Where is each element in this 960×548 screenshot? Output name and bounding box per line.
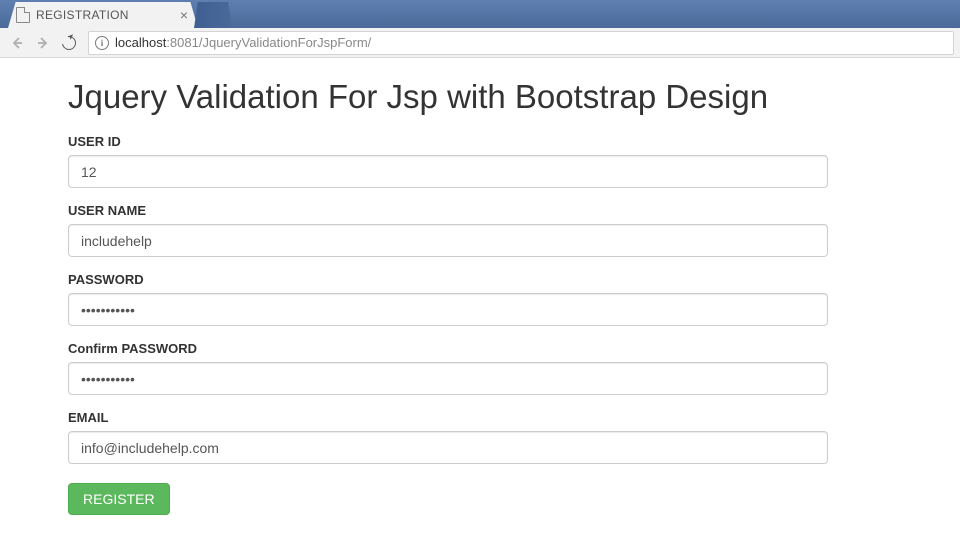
browser-toolbar: i localhost:8081/JqueryValidationForJspF… (0, 28, 960, 58)
url-port: :8081 (166, 35, 199, 50)
page-title: Jquery Validation For Jsp with Bootstrap… (68, 78, 892, 116)
close-icon[interactable]: × (178, 7, 190, 23)
user-name-input[interactable] (68, 224, 828, 257)
browser-tabs-bar: REGISTRATION × (0, 0, 960, 28)
password-input[interactable] (68, 293, 828, 326)
password-label: PASSWORD (68, 272, 892, 287)
form-group-user-name: USER NAME (68, 203, 892, 257)
page-content: Jquery Validation For Jsp with Bootstrap… (0, 58, 960, 535)
file-icon (16, 7, 30, 23)
tab-title: REGISTRATION (36, 8, 178, 22)
form-group-user-id: USER ID (68, 134, 892, 188)
arrow-right-icon (35, 35, 51, 51)
reload-icon (59, 33, 78, 52)
url-host: localhost (115, 35, 166, 50)
email-label: EMAIL (68, 410, 892, 425)
user-id-label: USER ID (68, 134, 892, 149)
confirm-password-label: Confirm PASSWORD (68, 341, 892, 356)
arrow-left-icon (9, 35, 25, 51)
address-bar[interactable]: i localhost:8081/JqueryValidationForJspF… (88, 31, 954, 55)
forward-button[interactable] (32, 32, 54, 54)
browser-tab[interactable]: REGISTRATION × (8, 2, 198, 28)
user-id-input[interactable] (68, 155, 828, 188)
register-button[interactable]: REGISTER (68, 483, 170, 515)
user-name-label: USER NAME (68, 203, 892, 218)
form-group-email: EMAIL (68, 410, 892, 464)
new-tab-hint[interactable] (194, 2, 232, 28)
email-input[interactable] (68, 431, 828, 464)
back-button[interactable] (6, 32, 28, 54)
form-group-confirm-password: Confirm PASSWORD (68, 341, 892, 395)
confirm-password-input[interactable] (68, 362, 828, 395)
form-group-password: PASSWORD (68, 272, 892, 326)
url-path: /JqueryValidationForJspForm/ (199, 35, 371, 50)
reload-button[interactable] (58, 32, 80, 54)
info-icon[interactable]: i (95, 36, 109, 50)
